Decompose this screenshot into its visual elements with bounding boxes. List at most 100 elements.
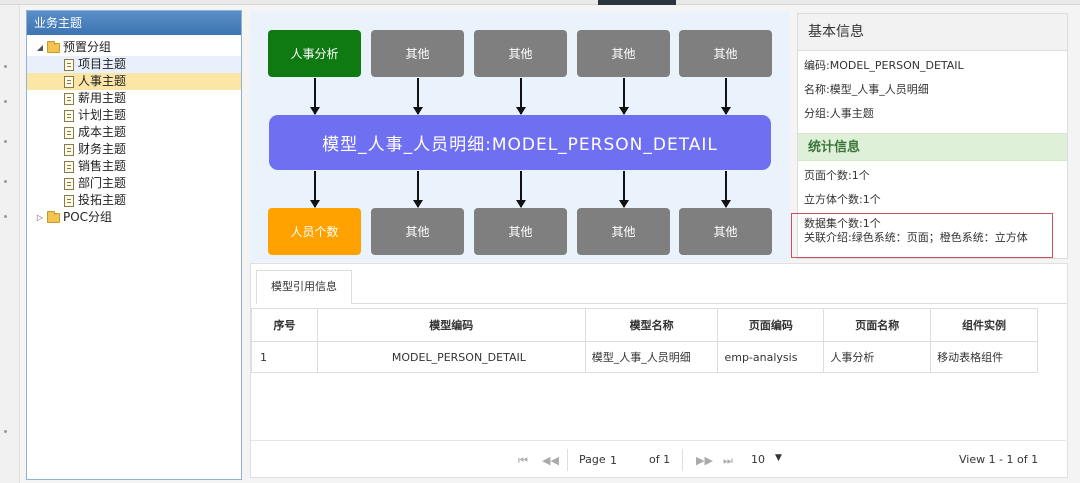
relation-description: 关联介绍:绿色系统：页面；橙色系统：立方体 [804, 231, 1028, 244]
nav-dot [4, 215, 7, 218]
page-node-other[interactable]: 其他 [679, 30, 772, 77]
cube-node-other[interactable]: 其他 [577, 208, 670, 255]
tree-panel-title: 业务主题 [27, 11, 241, 35]
pager-separator [682, 449, 683, 471]
nav-dot [4, 430, 7, 433]
tree-node-label: 薪用主题 [78, 91, 127, 105]
cell-page-name: 人事分析 [823, 341, 932, 373]
tree-node-label: 投拓主题 [78, 193, 127, 207]
model-name: 名称:模型_人事_人员明细 [804, 83, 929, 96]
tree-item-investment[interactable]: 投拓主题 [27, 192, 241, 209]
column-header-model-code[interactable]: 模型编码 [316, 308, 586, 342]
nav-dot [4, 140, 7, 143]
cube-count: 立方体个数:1个 [804, 193, 881, 206]
cube-node-other[interactable]: 其他 [371, 208, 464, 255]
column-header-index[interactable]: 序号 [251, 308, 318, 342]
view-summary: View 1 - 1 of 1 [959, 453, 1039, 466]
collapsed-triangle-icon[interactable]: ▷ [35, 209, 45, 226]
arrow-down-icon [619, 171, 629, 208]
model-relation-diagram: 人事分析 其他 其他 其他 其他 模型_人事_人员明细:MODEL_PERSON… [250, 12, 790, 262]
arrow-down-icon [310, 78, 320, 115]
tree-item-project[interactable]: 项目主题 [27, 56, 241, 73]
tree-item-cost[interactable]: 成本主题 [27, 124, 241, 141]
tree-node-label: 部门主题 [78, 176, 127, 190]
page-node-other[interactable]: 其他 [474, 30, 567, 77]
arrow-down-icon [516, 78, 526, 115]
page-count: 页面个数:1个 [804, 169, 870, 182]
tree-item-plan[interactable]: 计划主题 [27, 107, 241, 124]
expanded-triangle-icon[interactable]: ◢ [35, 39, 45, 56]
column-header-page-name[interactable]: 页面名称 [823, 308, 932, 342]
nav-dot [4, 100, 7, 103]
arrow-down-icon [516, 171, 526, 208]
column-header-model-name[interactable]: 模型名称 [584, 308, 719, 342]
page-node-hr-analysis[interactable]: 人事分析 [268, 30, 361, 77]
nav-dot [4, 180, 7, 183]
page-total-label: of 1 [649, 453, 671, 466]
column-header-component[interactable]: 组件实例 [930, 308, 1038, 342]
page-node-other[interactable]: 其他 [371, 30, 464, 77]
tree-node-label: 财务主题 [78, 142, 127, 156]
theme-tree-panel: 业务主题 ◢ 预置分组 项目主题 人事主题 薪用主题 计划主题 成本主题 财务主… [26, 10, 242, 480]
tree-node-label: 项目主题 [78, 57, 127, 71]
cell-model-code: MODEL_PERSON_DETAIL [316, 341, 586, 373]
nav-dot [4, 65, 7, 68]
tree-node-label: 人事主题 [78, 74, 127, 88]
basic-info-title: 基本信息 [798, 14, 1067, 51]
arrow-down-icon [413, 78, 423, 115]
cell-model-name: 模型_人事_人员明细 [584, 341, 719, 373]
folder-open-icon [47, 40, 60, 53]
tree-node-label: 成本主题 [78, 125, 127, 139]
cube-node-other[interactable]: 其他 [679, 208, 772, 255]
prev-page-icon[interactable]: ◀◀ [542, 454, 559, 467]
next-page-icon[interactable]: ▶▶ [696, 454, 713, 467]
tree-group-preset[interactable]: ◢ 预置分组 [27, 39, 241, 56]
cell-component: 移动表格组件 [930, 341, 1038, 373]
stat-info-title: 统计信息 [798, 133, 1067, 161]
document-icon [64, 75, 74, 88]
reference-table: 序号 模型编码 模型名称 页面编码 页面名称 组件实例 1 MODEL_PERS… [251, 308, 1038, 373]
column-header-page-code[interactable]: 页面编码 [717, 308, 825, 342]
table-row[interactable]: 1 MODEL_PERSON_DETAIL 模型_人事_人员明细 emp-ana… [251, 341, 1038, 373]
document-icon [64, 126, 74, 139]
chevron-down-icon[interactable]: ▼ [775, 453, 782, 463]
top-bar [0, 0, 1080, 5]
tree-node-label: POC分组 [63, 210, 113, 224]
pagination-bar: ⏮ ◀◀ Page of 1 ▶▶ ⏭ 10 ▼ View 1 - 1 of 1 [251, 440, 1066, 477]
model-node[interactable]: 模型_人事_人员明细:MODEL_PERSON_DETAIL [269, 115, 771, 170]
model-code: 编码:MODEL_PERSON_DETAIL [804, 59, 964, 72]
page-number-input[interactable] [610, 449, 644, 471]
document-icon [64, 58, 74, 71]
tree-node-label: 销售主题 [78, 159, 127, 173]
tab-divider [256, 303, 1068, 304]
tree-node-label: 计划主题 [78, 108, 127, 122]
tree-item-fee[interactable]: 薪用主题 [27, 90, 241, 107]
first-page-icon[interactable]: ⏮ [518, 454, 528, 468]
last-page-icon[interactable]: ⏭ [723, 454, 733, 468]
left-collapsed-nav[interactable] [0, 5, 20, 483]
page-size-value[interactable]: 10 [751, 453, 765, 466]
arrow-down-icon [413, 171, 423, 208]
tree-item-hr[interactable]: 人事主题 [27, 73, 241, 90]
tree-item-finance[interactable]: 财务主题 [27, 141, 241, 158]
cell-index: 1 [251, 341, 318, 373]
cube-node-other[interactable]: 其他 [474, 208, 567, 255]
active-top-tab-indicator[interactable] [598, 0, 676, 5]
tree-body: ◢ 预置分组 项目主题 人事主题 薪用主题 计划主题 成本主题 财务主题 销售主… [27, 35, 241, 226]
document-icon [64, 92, 74, 105]
tree-item-department[interactable]: 部门主题 [27, 175, 241, 192]
arrow-down-icon [721, 171, 731, 208]
document-icon [64, 109, 74, 122]
folder-icon [47, 210, 60, 223]
tree-item-sales[interactable]: 销售主题 [27, 158, 241, 175]
document-icon [64, 143, 74, 156]
page-node-other[interactable]: 其他 [577, 30, 670, 77]
cell-page-code: emp-analysis [717, 341, 825, 373]
tab-model-references[interactable]: 模型引用信息 [256, 270, 352, 304]
cube-node-person-count[interactable]: 人员个数 [268, 208, 361, 255]
table-header-row: 序号 模型编码 模型名称 页面编码 页面名称 组件实例 [251, 308, 1038, 342]
tree-group-poc[interactable]: ▷ POC分组 [27, 209, 241, 226]
pager-separator [567, 449, 568, 471]
document-icon [64, 177, 74, 190]
model-group: 分组:人事主题 [804, 107, 874, 120]
